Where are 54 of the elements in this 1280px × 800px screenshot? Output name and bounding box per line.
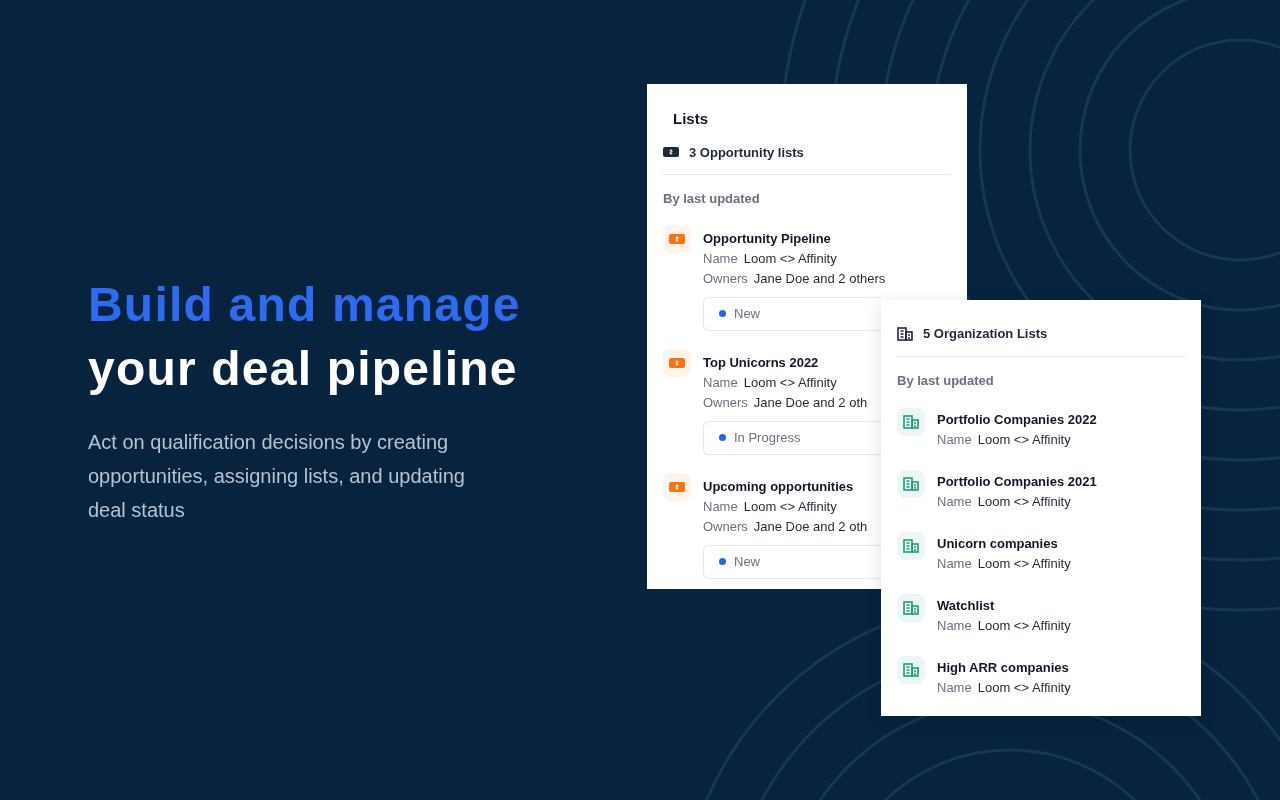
building-icon [903,477,919,491]
status-dropdown[interactable]: New [703,544,881,579]
status-text: In Progress [734,428,801,447]
building-icon [903,415,919,429]
list-title: Portfolio Companies 2022 [937,411,1097,429]
field-value: Jane Doe and 2 oth [753,393,868,412]
field-label: Name [703,497,738,516]
field-label: Name [937,617,972,635]
banknote-icon [669,233,685,244]
field-label: Name [703,249,738,268]
field-value: Loom <> Affinity [977,555,1071,573]
list-count: 5 Organization Lists [923,325,1048,343]
field-label: Name [937,679,972,697]
field-value: Loom <> Affinity [977,431,1071,449]
building-icon [903,539,919,553]
sort-label: By last updated [663,190,761,208]
building-icon [903,601,919,615]
field-value: Loom <> Affinity [743,249,837,268]
list-title: Opportunity Pipeline [703,229,831,248]
field-label: Name [937,493,972,511]
field-value: Jane Doe and 2 oth [753,517,868,536]
field-label: Owners [703,393,748,412]
list-count: 3 Opportunity lists [689,143,804,162]
sort-label: By last updated [897,371,995,390]
field-value: Loom <> Affinity [977,679,1071,697]
headline: your deal pipeline [88,341,519,397]
status-dropdown[interactable]: In Progress [703,420,881,455]
status-text: New [734,304,760,323]
field-label: Owners [703,517,748,536]
list-title: Upcoming opportunities [703,477,854,496]
card-title: Lists [673,109,709,129]
field-label: Name [937,431,972,449]
description: Act on qualification decisions by creating opportunities, assigning lists, and updating deal status [88,430,466,523]
field-value: Loom <> Affinity [743,497,837,516]
list-title: Top Unicorns 2022 [703,353,819,372]
banknote-icon [669,357,685,368]
field-label: Owners [703,269,748,288]
status-text: New [734,552,760,571]
status-dropdown[interactable]: New [703,296,881,331]
building-icon [897,326,913,341]
list-title: High ARR companies [937,659,1070,677]
list-title: Watchlist [937,597,996,615]
field-value: Loom <> Affinity [977,493,1071,511]
field-value: Loom <> Affinity [977,617,1071,635]
banknote-icon [663,147,679,158]
list-title: Portfolio Companies 2021 [937,473,1097,491]
banknote-icon [669,481,685,492]
list-title: Unicorn companies [937,535,1059,553]
field-label: Name [937,555,972,573]
headline-highlight: Build and manage [88,277,522,333]
field-value: Loom <> Affinity [743,373,837,392]
field-value: Jane Doe and 2 others [753,269,886,288]
building-icon [903,663,919,677]
field-label: Name [703,373,738,392]
